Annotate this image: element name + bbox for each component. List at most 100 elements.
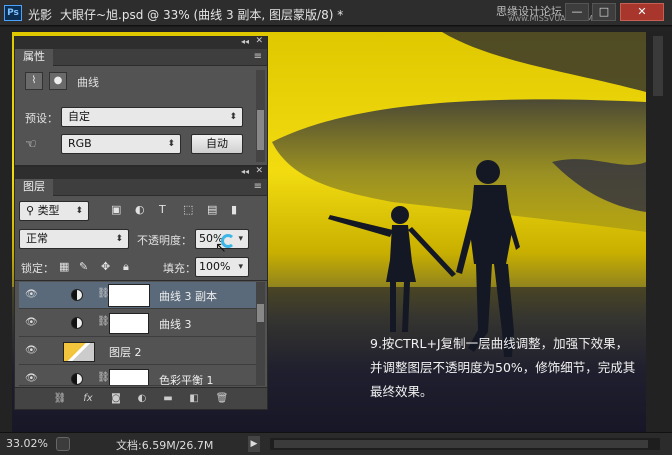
- shape-filter-icon[interactable]: ⬚: [183, 203, 193, 216]
- document-title: 大眼仔~旭.psd @ 33% (曲线 3 副本, 图层蒙版/8) *: [60, 8, 344, 22]
- zoom-level[interactable]: 33.02%: [6, 437, 48, 450]
- eye-icon[interactable]: 👁︎: [25, 346, 38, 356]
- eye-icon[interactable]: 👁︎: [25, 318, 38, 328]
- layer-row[interactable]: 👁︎ ⛓ 曲线 3 副本: [19, 282, 257, 309]
- app-name: 光影: [28, 8, 53, 22]
- close-panel-icon[interactable]: ✕: [255, 166, 263, 176]
- document-size: 文档:6.59M/26.7M: [116, 439, 214, 452]
- filter-type-value: 类型: [37, 204, 60, 217]
- properties-tab-bar: 属性 ≡: [15, 49, 267, 66]
- title-bar: Ps 光影 大眼仔~旭.psd @ 33% (曲线 3 副本, 图层蒙版/8) …: [0, 0, 672, 26]
- adjustment-layer-icon: [71, 289, 83, 301]
- layers-scrollbar[interactable]: [256, 282, 265, 386]
- tutorial-caption: 9.按CTRL+J复制一层曲线调整，加强下效果，并调整图层不透明度为50%，修饰…: [370, 336, 636, 399]
- properties-panel: ◂◂ ✕ 属性 ≡ ⌇ ● 曲线 预设： 自定 ⬍ ☜ RGB ⬍ 自动: [14, 36, 268, 166]
- fill-input[interactable]: 100% ▾: [195, 257, 249, 277]
- properties-scrollbar[interactable]: [256, 70, 265, 162]
- lock-position-icon[interactable]: ✥: [101, 260, 110, 273]
- mask-icon[interactable]: ◙: [109, 392, 123, 406]
- filter-type-select[interactable]: ⚲ 类型 ⬍: [19, 201, 89, 221]
- trash-icon[interactable]: 🗑︎: [215, 392, 229, 406]
- lock-label: 锁定：: [21, 262, 54, 275]
- scrubby-spinner-icon: [221, 234, 235, 248]
- fill-value: 100%: [199, 260, 231, 273]
- blend-mode-value: 正常: [26, 232, 48, 245]
- auto-button[interactable]: 自动: [191, 134, 243, 154]
- link-icon[interactable]: ⛓: [97, 316, 110, 327]
- status-menu-arrow[interactable]: ▶: [248, 436, 260, 452]
- new-layer-icon[interactable]: ◧: [187, 392, 201, 406]
- filter-toggle-icon[interactable]: ▮: [231, 203, 237, 216]
- adjustment-layer-icon: [71, 317, 83, 329]
- chevron-down-icon: ▾: [238, 234, 243, 244]
- layer-name[interactable]: 色彩平衡 1: [159, 372, 214, 385]
- lock-transparency-icon[interactable]: ▦: [59, 260, 69, 273]
- adjustment-title: 曲线: [77, 76, 99, 89]
- layer-row[interactable]: 👁︎ ⛓ 色彩平衡 1: [19, 366, 257, 386]
- type-filter-icon[interactable]: T: [159, 203, 166, 216]
- collapse-icon[interactable]: ◂◂: [241, 167, 249, 176]
- smart-object-filter-icon[interactable]: ▤: [207, 203, 217, 216]
- opacity-label: 不透明度：: [137, 234, 192, 247]
- tab-properties[interactable]: 属性: [15, 49, 53, 66]
- panel-menu-icon[interactable]: ≡: [254, 181, 262, 192]
- scroll-thumb[interactable]: [257, 304, 264, 322]
- horizontal-scrollbar[interactable]: [270, 438, 660, 450]
- panel-menu-icon[interactable]: ≡: [254, 51, 262, 62]
- layer-mask-thumbnail[interactable]: [109, 369, 149, 385]
- adjustment-icon[interactable]: ◐: [135, 392, 149, 406]
- preset-select[interactable]: 自定 ⬍: [61, 107, 243, 127]
- fill-label: 填充：: [163, 262, 196, 275]
- layers-footer-toolbar: ⛓ fx ◙ ◐ ▬ ◧ 🗑︎: [15, 387, 267, 409]
- maximize-button[interactable]: □: [592, 3, 616, 21]
- scroll-thumb[interactable]: [274, 440, 648, 448]
- lock-all-icon[interactable]: 🔒︎: [123, 260, 129, 274]
- eye-icon[interactable]: 👁︎: [25, 290, 38, 300]
- layer-mask-thumbnail[interactable]: [109, 313, 149, 334]
- panel-top-bar: ◂◂ ✕: [15, 36, 267, 49]
- channel-value: RGB: [68, 137, 92, 150]
- minimize-button[interactable]: —: [565, 3, 589, 21]
- lock-paint-icon[interactable]: ✎: [79, 260, 88, 273]
- tab-layers[interactable]: 图层: [15, 179, 53, 196]
- layer-row[interactable]: 👁︎ ⛓ 曲线 3: [19, 310, 257, 337]
- layer-thumbnail[interactable]: [63, 342, 95, 362]
- close-panel-icon[interactable]: ✕: [255, 36, 263, 46]
- layer-name[interactable]: 曲线 3 副本: [159, 288, 217, 304]
- search-icon: ⚲: [26, 204, 38, 217]
- layer-mask-thumbnail[interactable]: [108, 284, 150, 307]
- eye-icon[interactable]: 👁︎: [25, 374, 38, 384]
- canvas-vertical-scrollbar[interactable]: [646, 32, 672, 432]
- curves-icon[interactable]: ⌇: [25, 72, 43, 90]
- link-icon[interactable]: ⛓: [53, 392, 67, 406]
- scroll-thumb[interactable]: [257, 110, 264, 150]
- panel-top-bar: ◂◂ ✕: [15, 166, 267, 179]
- link-icon[interactable]: ⛓: [97, 288, 110, 299]
- layer-name[interactable]: 图层 2: [109, 344, 142, 360]
- mask-icon[interactable]: ●: [49, 72, 67, 90]
- link-icon[interactable]: ⛓: [97, 372, 110, 383]
- channel-select[interactable]: RGB ⬍: [61, 134, 181, 154]
- adjustment-layer-icon: [71, 373, 83, 385]
- preset-label: 预设：: [25, 112, 58, 125]
- status-bar: 33.02% 文档:6.59M/26.7M ▶: [0, 432, 672, 455]
- scroll-thumb[interactable]: [653, 36, 663, 96]
- divider: [15, 280, 267, 281]
- blend-mode-select[interactable]: 正常 ⬍: [19, 229, 129, 249]
- image-filter-icon[interactable]: ▣: [111, 203, 121, 216]
- photoshop-logo-icon: Ps: [4, 5, 22, 21]
- preset-value: 自定: [68, 110, 90, 123]
- hand-tool-icon[interactable]: ☜: [25, 137, 37, 152]
- layer-row[interactable]: 👁︎ 图层 2: [19, 338, 257, 365]
- fx-icon[interactable]: fx: [81, 392, 95, 406]
- adjustment-filter-icon[interactable]: ◐: [135, 203, 145, 216]
- layer-name[interactable]: 曲线 3: [159, 316, 192, 332]
- chevron-down-icon: ▾: [238, 262, 243, 272]
- chevron-icon: ⬍: [229, 112, 237, 122]
- close-button[interactable]: ✕: [620, 3, 664, 21]
- collapse-icon[interactable]: ◂◂: [241, 37, 249, 46]
- canvas-left-edge: [0, 27, 12, 432]
- status-info-icon[interactable]: [56, 437, 70, 451]
- layers-panel: ◂◂ ✕ 图层 ≡ ⚲ 类型 ⬍ ▣ ◐ T ⬚ ▤ ▮ 正常 ⬍ 不透明度： 50…: [14, 166, 268, 410]
- folder-icon[interactable]: ▬: [161, 392, 175, 406]
